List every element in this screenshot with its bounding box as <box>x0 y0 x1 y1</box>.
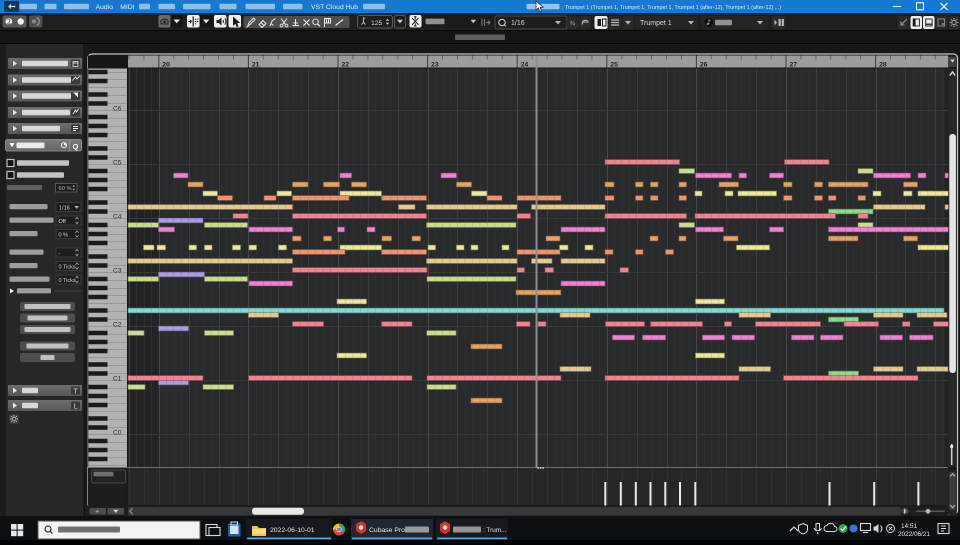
svg-text:14:51: 14:51 <box>901 523 917 530</box>
svg-text:0 Ticks: 0 Ticks <box>59 278 76 284</box>
svg-text:2022/06/21: 2022/06/21 <box>898 531 930 538</box>
svg-text:: Trumpet 1 (Trumpet 1, Trumpe: : Trumpet 1 (Trumpet 1, Trumpet 1, Trump… <box>562 5 781 11</box>
svg-text:C5: C5 <box>113 160 122 167</box>
svg-text:C6: C6 <box>113 106 122 113</box>
svg-text:L: L <box>74 404 78 411</box>
svg-text:C3: C3 <box>113 268 122 275</box>
svg-text:0 %: 0 % <box>59 233 69 239</box>
svg-text:-: - <box>59 251 61 257</box>
svg-text:C1: C1 <box>113 376 122 383</box>
svg-text:24: 24 <box>521 62 529 69</box>
svg-text:2022-06-10-01: 2022-06-10-01 <box>270 527 315 534</box>
svg-text:0 Ticks: 0 Ticks <box>59 265 76 271</box>
svg-text:Off: Off <box>59 219 67 225</box>
svg-text:26: 26 <box>700 62 708 69</box>
svg-text:+: + <box>95 509 99 516</box>
svg-text:T: T <box>74 389 79 396</box>
svg-text:22: 22 <box>342 62 350 69</box>
svg-text:60 %: 60 % <box>59 186 72 192</box>
svg-text:MIDI: MIDI <box>120 4 134 11</box>
svg-text:21: 21 <box>252 62 260 69</box>
svg-text:: Trum...: : Trum... <box>483 527 507 534</box>
svg-text:1/16: 1/16 <box>59 206 70 212</box>
svg-text:C2: C2 <box>113 322 122 329</box>
svg-text:125: 125 <box>371 20 383 27</box>
svg-text:C4: C4 <box>113 214 122 221</box>
svg-text:Trumpet 1: Trumpet 1 <box>640 20 672 27</box>
svg-text:27: 27 <box>790 62 798 69</box>
svg-text:¾: ¾ <box>570 21 576 28</box>
svg-text:Hub: Hub <box>346 4 359 11</box>
svg-text:VST Cloud: VST Cloud <box>311 4 344 11</box>
svg-text:1/16: 1/16 <box>511 20 525 27</box>
svg-text:C0: C0 <box>113 430 122 437</box>
svg-text:20: 20 <box>162 62 170 69</box>
svg-text:Q: Q <box>73 142 79 151</box>
svg-text:25: 25 <box>610 62 618 69</box>
svg-text:Audio: Audio <box>96 4 114 11</box>
svg-text:23: 23 <box>431 62 439 69</box>
svg-text:28: 28 <box>879 62 887 69</box>
svg-text:Cubase Pro: Cubase Pro <box>369 527 405 534</box>
